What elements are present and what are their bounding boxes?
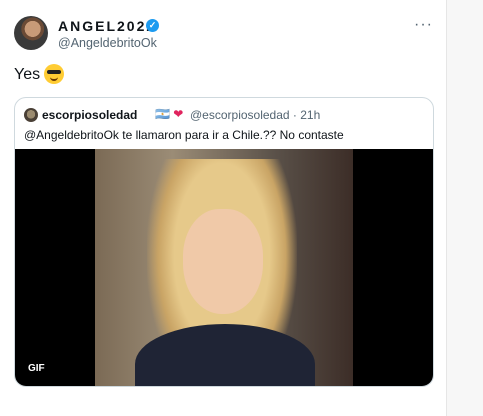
gif-frame-image bbox=[95, 149, 353, 386]
verified-badge-icon: ✓ bbox=[146, 19, 159, 32]
tweet-card: ANGEL2022 ✓ @AngeldebritoOk ··· Yes esco… bbox=[0, 0, 447, 416]
gif-badge: GIF bbox=[25, 362, 48, 375]
quoted-tweet-text: @AngeldebritoOk te llamaron para ir a Ch… bbox=[24, 128, 344, 142]
argentina-flag-icon: 🇦🇷 bbox=[155, 107, 170, 121]
tweet-text: Yes bbox=[14, 66, 41, 83]
more-options-icon[interactable]: ··· bbox=[414, 16, 433, 34]
quoted-name-emojis: 🇦🇷 ❤ bbox=[155, 107, 183, 121]
quoted-handle-time: @escorpiosoledad · 21h bbox=[190, 108, 321, 122]
heart-icon: ❤ bbox=[173, 107, 184, 121]
quoted-author-avatar bbox=[24, 108, 38, 122]
quoted-tweet[interactable]: escorpiosoledad 🇦🇷 ❤ @escorpiosoledad · … bbox=[14, 97, 434, 387]
author-name[interactable]: ANGEL2022 bbox=[58, 18, 156, 34]
quoted-author-name: escorpiosoledad bbox=[42, 108, 138, 122]
sunglasses-emoji-icon bbox=[44, 64, 64, 84]
author-handle[interactable]: @AngeldebritoOk bbox=[58, 36, 157, 50]
author-avatar[interactable] bbox=[14, 16, 48, 50]
gif-media[interactable]: GIF bbox=[15, 149, 433, 386]
